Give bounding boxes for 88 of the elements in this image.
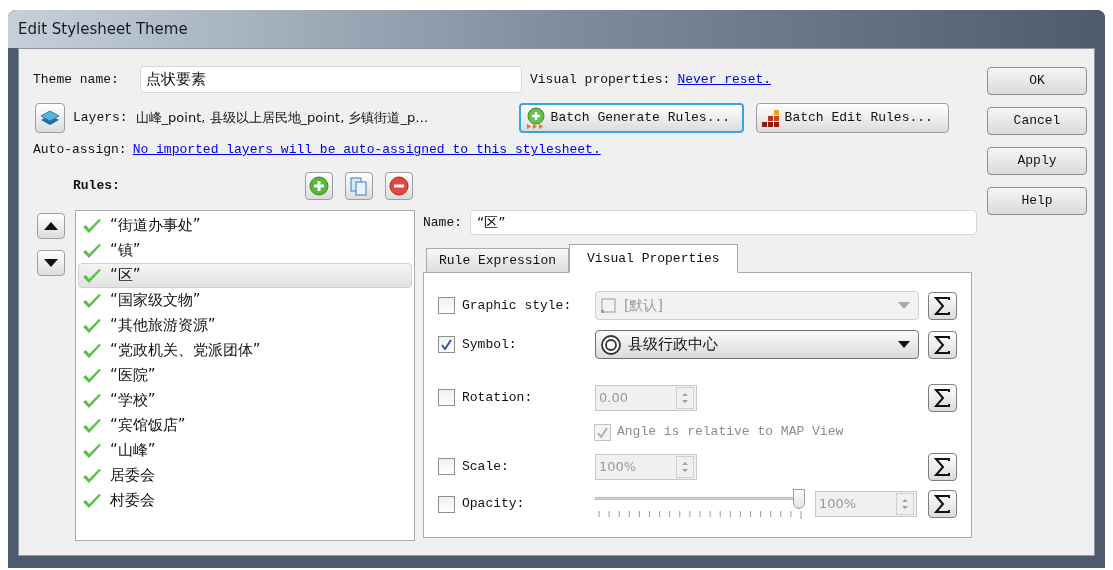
spinner-arrows-icon bbox=[896, 493, 914, 515]
dropdown-arrow-icon bbox=[898, 302, 910, 309]
check-icon bbox=[82, 242, 102, 259]
rule-item[interactable]: “医院” bbox=[78, 363, 412, 388]
move-down-button[interactable] bbox=[37, 250, 65, 276]
rule-item[interactable]: “山峰” bbox=[78, 438, 412, 463]
link[interactable]: No imported layers will be auto-assigned to this stylesheet. bbox=[132, 140, 601, 160]
check-icon bbox=[82, 367, 102, 384]
checkbox[interactable] bbox=[438, 389, 455, 406]
check-icon bbox=[82, 417, 102, 434]
sigma-icon bbox=[933, 457, 952, 476]
property-label: Graphic style: bbox=[462, 296, 573, 315]
bar-steps-icon bbox=[760, 107, 781, 128]
slider-thumb[interactable] bbox=[793, 489, 805, 509]
check-icon bbox=[82, 217, 102, 234]
option-label: Angle is relative to MAP View bbox=[617, 423, 844, 442]
dialog-button[interactable]: Help bbox=[987, 187, 1087, 215]
check-icon bbox=[82, 492, 102, 509]
property-label: Symbol: bbox=[462, 335, 518, 354]
dialog-button[interactable]: Cancel bbox=[987, 107, 1087, 135]
field-label: Layers: bbox=[73, 108, 128, 127]
field-label: Name: bbox=[423, 213, 463, 232]
remove-rule-button[interactable] bbox=[385, 172, 413, 200]
checkbox[interactable] bbox=[438, 458, 455, 475]
add-rules-icon bbox=[524, 106, 547, 129]
rule-item[interactable]: “其他旅游资源” bbox=[78, 313, 412, 338]
property-label: Opacity: bbox=[462, 495, 526, 514]
plus-icon bbox=[309, 176, 329, 196]
spinner-arrows-icon bbox=[676, 386, 694, 409]
up-arrow-icon bbox=[44, 222, 58, 230]
field-label: Theme name: bbox=[33, 70, 120, 89]
tab[interactable]: Rule Expression bbox=[426, 248, 570, 273]
expression-button[interactable] bbox=[928, 291, 957, 320]
dialog-button[interactable]: OK bbox=[987, 67, 1087, 95]
rules-label: Rules: bbox=[73, 177, 121, 196]
dialog-button[interactable]: Apply bbox=[987, 147, 1087, 175]
check-icon bbox=[82, 442, 102, 459]
check-icon bbox=[82, 317, 102, 334]
theme-name-field[interactable]: 点状要素 bbox=[140, 66, 522, 93]
check-icon bbox=[82, 467, 102, 484]
rule-name-field[interactable]: “区” bbox=[470, 210, 977, 235]
sigma-icon bbox=[933, 495, 952, 513]
down-arrow-icon bbox=[44, 259, 58, 267]
minus-icon bbox=[389, 176, 409, 196]
sigma-icon bbox=[933, 335, 952, 354]
move-up-button[interactable] bbox=[37, 213, 65, 239]
check-icon bbox=[82, 267, 102, 284]
tab[interactable]: Visual Properties bbox=[569, 244, 738, 273]
copy-rule-button[interactable] bbox=[345, 172, 373, 200]
check-icon bbox=[82, 342, 102, 359]
layers-value: 山峰_point, 县级以上居民地_point, 乡镇街道_p… bbox=[135, 108, 430, 127]
rule-item[interactable]: “学校” bbox=[78, 388, 412, 413]
checkbox[interactable] bbox=[438, 495, 455, 513]
layers-button[interactable] bbox=[35, 102, 65, 133]
layers-icon bbox=[40, 108, 60, 127]
spinner-arrows-icon bbox=[676, 455, 694, 478]
add-rule-button[interactable] bbox=[305, 172, 333, 200]
rule-item[interactable]: “街道办事处” bbox=[78, 213, 412, 238]
expression-button[interactable] bbox=[928, 330, 957, 359]
rule-item[interactable]: “宾馆饭店” bbox=[78, 413, 412, 438]
rule-item[interactable]: 村委会 bbox=[78, 488, 412, 513]
property-label: Rotation: bbox=[462, 388, 534, 407]
rule-item[interactable]: “国家级文物” bbox=[78, 288, 412, 313]
sigma-icon bbox=[933, 388, 952, 407]
property-label: Scale: bbox=[462, 457, 510, 476]
dropdown[interactable]: 县级行政中心 bbox=[595, 330, 919, 359]
target-circle-icon bbox=[600, 333, 622, 356]
batch-button[interactable]: Batch Generate Rules... bbox=[518, 102, 744, 133]
check-icon bbox=[82, 292, 102, 309]
copy-icon bbox=[349, 176, 369, 196]
sigma-icon bbox=[933, 296, 952, 315]
window-title: Edit Stylesheet Theme bbox=[18, 18, 188, 40]
checkbox[interactable] bbox=[438, 336, 455, 353]
style-icon bbox=[600, 296, 618, 315]
rule-item[interactable]: 居委会 bbox=[78, 463, 412, 488]
rule-item[interactable]: “区” bbox=[78, 263, 412, 288]
expression-button[interactable] bbox=[928, 383, 957, 412]
link[interactable]: Never reset. bbox=[677, 69, 772, 90]
rule-item[interactable]: “党政机关、党派团体” bbox=[78, 338, 412, 363]
expression-button[interactable] bbox=[928, 490, 957, 518]
slider[interactable] bbox=[595, 489, 805, 511]
check-icon bbox=[82, 392, 102, 409]
expression-button[interactable] bbox=[928, 452, 957, 481]
batch-button[interactable]: Batch Edit Rules... bbox=[755, 102, 949, 133]
rule-item[interactable]: “镇” bbox=[78, 238, 412, 263]
field-label: Auto-assign: bbox=[33, 141, 127, 160]
dropdown-arrow-icon bbox=[898, 341, 910, 348]
field-label: Visual properties: bbox=[530, 70, 671, 89]
